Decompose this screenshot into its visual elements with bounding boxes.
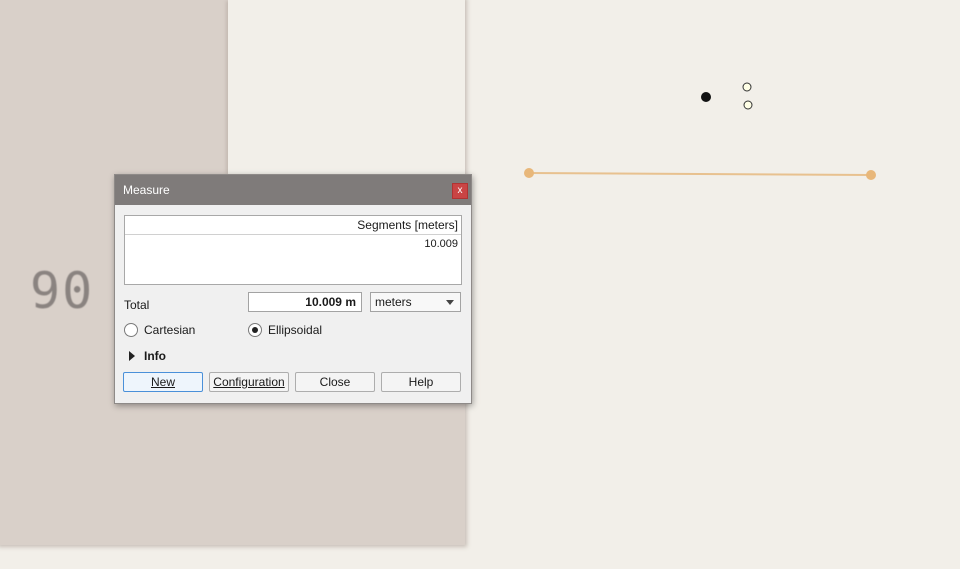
- help-button-label: Help: [408, 375, 434, 389]
- close-icon[interactable]: x: [452, 183, 468, 199]
- measure-vertex-start[interactable]: [524, 168, 534, 178]
- help-button[interactable]: Help: [381, 372, 461, 392]
- radio-ellipsoidal[interactable]: Ellipsoidal: [248, 323, 322, 337]
- chevron-down-icon: [446, 300, 454, 305]
- dialog-title: Measure: [123, 183, 170, 197]
- point-feature-hollow[interactable]: [743, 100, 753, 110]
- info-expander[interactable]: Info: [129, 349, 166, 363]
- total-label: Total: [124, 298, 150, 312]
- radio-ellipsoidal-circle[interactable]: [248, 323, 262, 337]
- segments-table[interactable]: Segments [meters] 10.009: [124, 215, 462, 285]
- expand-arrow-icon: [129, 351, 135, 361]
- dialog-titlebar[interactable]: Measure x: [115, 175, 471, 205]
- point-feature-black[interactable]: [701, 92, 711, 102]
- info-label: Info: [144, 349, 166, 363]
- segments-column-header[interactable]: Segments [meters]: [125, 216, 461, 235]
- radio-cartesian[interactable]: Cartesian: [124, 323, 195, 337]
- measure-dialog: Measure x Segments [meters] 10.009 Total…: [114, 174, 472, 404]
- unit-select-value: meters: [375, 295, 412, 309]
- point-feature-hollow[interactable]: [742, 82, 752, 92]
- measure-vertex-end[interactable]: [866, 170, 876, 180]
- measure-line: [528, 172, 872, 176]
- total-value-field[interactable]: 10.009 m: [248, 292, 362, 312]
- unit-select[interactable]: meters: [370, 292, 461, 312]
- table-row[interactable]: 10.009: [125, 235, 461, 250]
- radio-cartesian-label: Cartesian: [144, 323, 196, 337]
- close-button[interactable]: Close: [295, 372, 375, 392]
- radio-ellipsoidal-label: Ellipsoidal: [268, 323, 323, 337]
- close-button-label: Close: [319, 375, 351, 389]
- radio-cartesian-circle[interactable]: [124, 323, 138, 337]
- configuration-button-label: Configuration: [213, 375, 285, 389]
- configuration-button[interactable]: Configuration: [209, 372, 289, 392]
- new-button-label: New: [150, 375, 175, 389]
- new-button[interactable]: New: [123, 372, 203, 392]
